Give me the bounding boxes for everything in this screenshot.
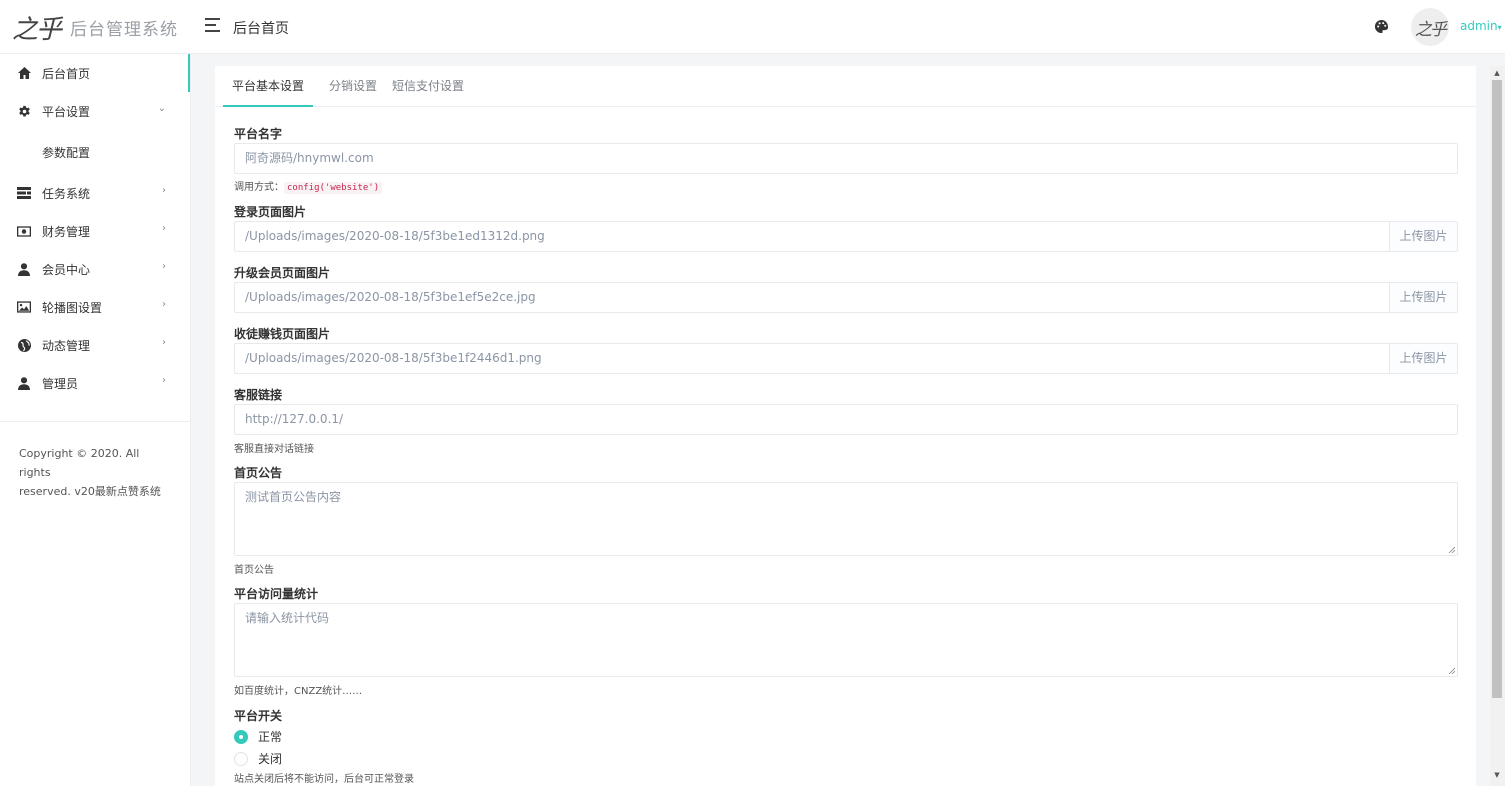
help-code: config('website') [284,182,383,194]
sidebar-item-home[interactable]: 后台首页 [0,54,190,92]
notice-help: 首页公告 [234,565,274,576]
recruit-image-input[interactable]: /Uploads/images/2020-08-18/5f3be1f2446d1… [234,343,1390,374]
tab-sms-payment-settings[interactable]: 短信支付设置 [389,66,467,107]
page-title: 后台首页 [233,21,289,37]
service-link-help: 客服直接对话链接 [234,444,314,455]
sidebar-item-label: 管理员 [42,376,79,391]
switch-label: 平台开关 [234,709,283,723]
sidebar-item-tasks[interactable]: 任务系统 › [0,174,190,212]
radio-checked-icon [234,729,248,744]
sidebar-item-carousel[interactable]: 轮播图设置 › [0,288,190,326]
site-name-help: 调用方式： config('website') [234,178,383,194]
sidebar-item-admins[interactable]: 管理员 › [0,364,190,402]
upgrade-image-upload-button[interactable]: 上传图片 [1389,282,1458,313]
sidebar: 后台首页 平台设置 ⌄ 参数配置 任务系统 › 财务管理 › 会员中心 › 轮播… [0,54,191,786]
sidebar-item-label: 后台首页 [42,66,91,81]
recruit-image-upload-button[interactable]: 上传图片 [1389,343,1458,374]
sidebar-item-label: 平台设置 [42,104,91,119]
login-image-input[interactable]: /Uploads/images/2020-08-18/5f3be1ed1312d… [234,221,1390,252]
user-icon [17,262,31,276]
service-link-label: 客服链接 [234,388,283,402]
radio-closed-label: 关闭 [258,752,283,766]
sidebar-item-finance[interactable]: 财务管理 › [0,212,190,250]
sidebar-item-platform-settings[interactable]: 平台设置 ⌄ [0,92,190,130]
radio-closed[interactable]: 关闭 [234,750,282,767]
avatar[interactable]: 之乎 [1411,8,1449,46]
stats-placeholder: 请输入统计代码 [245,611,330,625]
switch-help: 站点关闭后将不能访问，后台可正常登录 [234,774,414,785]
globe-icon [17,338,31,352]
service-link-input[interactable]: http://127.0.0.1/ [234,404,1458,435]
sidebar-item-news[interactable]: 动态管理 › [0,326,190,364]
admin-icon [17,376,31,390]
scrollbar-thumb[interactable] [1492,80,1502,698]
copyright: Copyright © 2020. All rights reserved. v… [0,422,190,501]
notice-text: 测试首页公告内容 [245,490,342,504]
radio-normal[interactable]: 正常 [234,728,282,745]
caret-down-icon: ▾ [1497,23,1502,32]
notice-textarea[interactable]: 测试首页公告内容 [234,482,1458,556]
resize-handle-icon[interactable] [1448,667,1455,674]
radio-unchecked-icon [234,751,248,766]
sidebar-item-label: 动态管理 [42,338,91,353]
tab-basic-settings[interactable]: 平台基本设置 [223,66,313,107]
recruit-image-label: 收徒赚钱页面图片 [234,327,331,341]
chevron-right-icon: › [162,223,166,234]
palette-icon[interactable] [1374,19,1389,34]
radio-normal-label: 正常 [258,730,283,744]
copyright-line-1: Copyright © 2020. All rights [19,447,140,479]
sidebar-item-label: 任务系统 [42,186,91,201]
tab-distribution-settings[interactable]: 分销设置 [320,66,386,107]
settings-card: 平台基本设置 分销设置 短信支付设置 平台名字 阿奇源码/hnymwl.com … [215,66,1476,786]
sidebar-subitem-params[interactable]: 参数配置 [0,130,190,174]
chevron-right-icon: › [162,337,166,348]
home-icon [17,66,31,80]
stats-textarea[interactable]: 请输入统计代码 [234,603,1458,677]
chevron-down-icon: ⌄ [157,103,166,114]
resize-handle-icon[interactable] [1448,546,1455,553]
sidebar-item-members[interactable]: 会员中心 › [0,250,190,288]
user-name: admin [1460,19,1498,33]
upgrade-image-label: 升级会员页面图片 [234,266,331,280]
scroll-down-icon[interactable]: ▼ [1492,770,1502,780]
sidebar-item-label: 轮播图设置 [42,300,103,315]
sidebar-item-label: 财务管理 [42,224,91,239]
top-header: 之乎 后台管理系统 后台首页 之乎 admin▾ [0,0,1505,54]
chevron-right-icon: › [162,261,166,272]
menu-toggle-icon[interactable] [205,18,221,34]
upgrade-image-input[interactable]: /Uploads/images/2020-08-18/5f3be1ef5e2ce… [234,282,1390,313]
logo[interactable]: 之乎 后台管理系统 [0,0,191,54]
logo-text: 后台管理系统 [70,19,179,40]
chevron-right-icon: › [162,185,166,196]
stats-label: 平台访问量统计 [234,587,319,601]
chevron-right-icon: › [162,299,166,310]
site-name-label: 平台名字 [234,127,283,141]
tasks-icon [17,186,31,200]
help-prefix: 调用方式： [234,182,284,193]
login-image-label: 登录页面图片 [234,205,307,219]
sidebar-item-label: 会员中心 [42,262,91,277]
notice-label: 首页公告 [234,466,283,480]
scroll-up-icon[interactable]: ▲ [1492,68,1502,78]
image-icon [17,300,31,314]
site-name-input[interactable]: 阿奇源码/hnymwl.com [234,143,1458,174]
user-menu[interactable]: admin▾ [1460,19,1502,33]
stats-help: 如百度统计，CNZZ统计…… [234,686,363,697]
money-icon [17,224,31,238]
logo-mark: 之乎 [12,14,62,45]
tab-bar: 平台基本设置 分销设置 短信支付设置 [215,66,1476,107]
chevron-right-icon: › [162,375,166,386]
copyright-line-2: reserved. v20最新点赞系统 [19,485,161,498]
login-image-upload-button[interactable]: 上传图片 [1389,221,1458,252]
gear-icon [17,104,31,118]
